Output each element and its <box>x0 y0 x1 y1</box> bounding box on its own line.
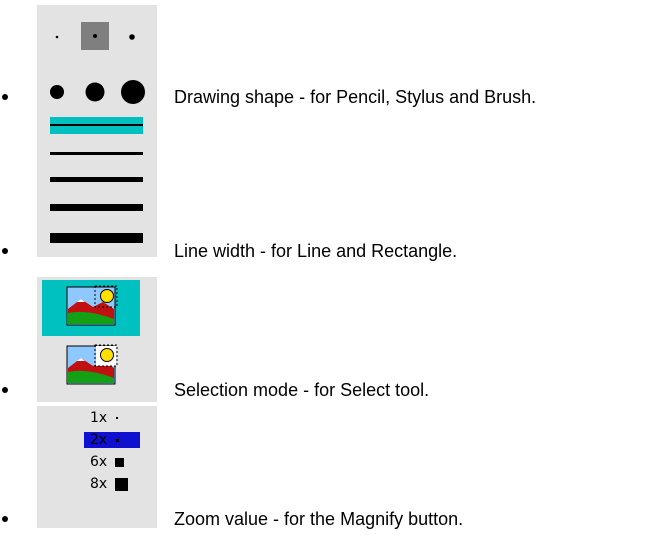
selection-mode-panel[interactable] <box>37 277 157 402</box>
brush-dot-small <box>93 34 97 38</box>
zoom-option-1x[interactable]: 1x <box>90 410 118 427</box>
line-width-5 <box>50 233 143 243</box>
bullet-2 <box>2 248 8 254</box>
line-width-label: Line width - for Line and Rectangle. <box>174 241 458 261</box>
zoom-2x-pixel-icon <box>115 438 119 442</box>
zoom-option-2x-label: 2x <box>90 432 108 448</box>
brush-dot-medium <box>129 34 135 40</box>
brush-dot-large-3 <box>121 80 145 104</box>
bullet-1 <box>2 94 8 100</box>
brush-dot-large-1 <box>50 85 64 99</box>
line-width-4 <box>50 204 143 211</box>
line-width-3 <box>50 177 143 182</box>
selection-opaque-icon <box>66 285 118 326</box>
zoom-option-6x[interactable]: 6x <box>90 454 124 471</box>
zoom-option-8x-label: 8x <box>90 476 108 492</box>
zoom-6x-pixel-icon <box>114 457 124 467</box>
drawing-shape-label: Drawing shape - for Pencil, Stylus and B… <box>174 87 537 107</box>
zoom-option-2x[interactable]: 2x <box>84 432 140 448</box>
brush-dot-tiny <box>55 35 59 39</box>
line-width-panel[interactable] <box>37 112 157 257</box>
selection-transparent-icon <box>66 344 118 385</box>
brush-shape-panel[interactable] <box>37 5 157 115</box>
brush-dot-large-2 <box>85 82 105 102</box>
zoom-value-label: Zoom value - for the Magnify button. <box>174 509 464 529</box>
bullet-4 <box>2 516 8 522</box>
line-width-1 <box>50 124 143 126</box>
line-width-2 <box>50 152 143 155</box>
zoom-option-1x-label: 1x <box>90 410 108 426</box>
zoom-8x-pixel-icon <box>114 477 128 491</box>
selection-mode-label: Selection mode - for Select tool. <box>174 380 430 400</box>
zoom-option-6x-label: 6x <box>90 454 108 470</box>
zoom-option-8x[interactable]: 8x <box>90 476 128 493</box>
zoom-panel[interactable]: 1x 2x 6x 8x <box>37 406 157 528</box>
zoom-1x-pixel-icon <box>115 417 118 419</box>
bullet-3 <box>2 387 8 393</box>
